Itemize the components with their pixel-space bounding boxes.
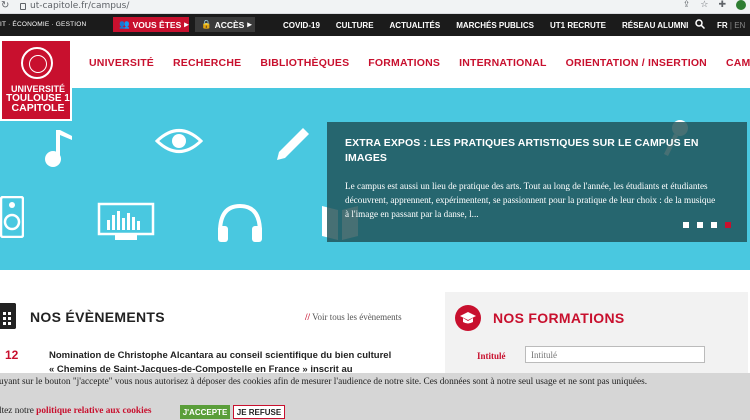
nav-international[interactable]: INTERNATIONAL [459, 57, 547, 69]
address-bar[interactable]: ut-capitole.fr/campus/ [30, 1, 129, 11]
intitule-input[interactable] [525, 346, 705, 363]
cookie-policy-line: ltez notre politique relative aux cookie… [0, 405, 151, 418]
hero-text: Le campus est aussi un lieu de pratique … [345, 181, 716, 219]
monitor-icon [97, 202, 155, 240]
music-note-icon [45, 130, 72, 167]
logo-line-3: CAPITOLE [11, 102, 65, 114]
utility-links: COVID-19 CULTURE ACTUALITÉS MARCHÉS PUBL… [283, 21, 704, 30]
language-switch: FR | EN [717, 21, 746, 30]
profile-avatar[interactable] [736, 0, 746, 10]
cookie-text: uyant sur le bouton "j'accepte" vous nou… [0, 377, 648, 387]
all-events-link[interactable]: // Voir tous les évènements [305, 312, 402, 322]
site-tagline: IT · ÉCONOMIE · GESTION [0, 21, 87, 28]
event-title-line-1: Nomination de Christophe Alcantara au co… [49, 350, 392, 361]
caret-right-icon: ▸ [247, 19, 252, 29]
slider-dot[interactable] [711, 222, 717, 228]
eye-icon [155, 129, 203, 153]
lang-en[interactable]: EN [734, 21, 745, 30]
accept-cookies-button[interactable]: J'ACCEPTE [180, 405, 230, 419]
calendar-icon [0, 303, 16, 329]
intitule-label: Intitulé [477, 351, 506, 361]
reload-icon[interactable]: ↻ [1, 0, 9, 11]
speaker-icon [0, 196, 24, 238]
refuse-cookies-button[interactable]: JE REFUSE [233, 405, 285, 419]
link-reseau-alumni[interactable]: RÉSEAU ALUMNI [622, 21, 688, 30]
hero-news-card[interactable]: EXTRA EXPOS : LES PRATIQUES ARTISTIQUES … [327, 122, 747, 242]
nav-formations[interactable]: FORMATIONS [368, 57, 440, 69]
lock-icon[interactable] [20, 3, 26, 10]
all-events-label: Voir tous les évènements [312, 312, 402, 322]
hero-title[interactable]: EXTRA EXPOS : LES PRATIQUES ARTISTIQUES … [345, 136, 710, 166]
cookie-banner: uyant sur le bouton "j'accepte" vous nou… [0, 373, 750, 420]
vous-etes-button[interactable]: 👥 VOUS ÊTES ▸ [113, 17, 189, 32]
browser-actions: ⇪ ☆ ✚ [683, 0, 746, 10]
events-heading: NOS ÉVÈNEMENTS [30, 309, 165, 325]
nav-orientation-insertion[interactable]: ORIENTATION / INSERTION [566, 57, 707, 69]
cookie-policy-link[interactable]: politique relative aux cookies [36, 406, 151, 416]
link-prefix: // [305, 312, 311, 322]
university-logo[interactable]: UNIVERSITÉ TOULOUSE 1 CAPITOLE [0, 39, 72, 121]
search-icon[interactable] [695, 19, 705, 29]
event-date-day: 12 [5, 348, 19, 362]
link-ut1-recrute[interactable]: UT1 RECRUTE [550, 21, 606, 30]
slider-dot[interactable] [683, 222, 689, 228]
acces-button[interactable]: 🔒 ACCÈS ▸ [195, 17, 255, 32]
formations-panel: NOS FORMATIONS Intitulé [445, 292, 748, 382]
link-marches-publics[interactable]: MARCHÉS PUBLICS [456, 21, 534, 30]
browser-toolbar: ↻ ut-capitole.fr/campus/ ⇪ ☆ ✚ [0, 0, 750, 14]
headphones-icon [218, 203, 262, 242]
seal-icon [21, 47, 53, 79]
nav-recherche[interactable]: RECHERCHE [173, 57, 241, 69]
link-actualites[interactable]: ACTUALITÉS [390, 21, 441, 30]
link-covid[interactable]: COVID-19 [283, 21, 320, 30]
acces-label: ACCÈS [214, 19, 245, 30]
nav-bibliotheques[interactable]: BIBLIOTHÈQUES [260, 57, 349, 69]
lang-fr[interactable]: FR [717, 21, 728, 30]
graduation-cap-icon [455, 305, 481, 331]
vous-etes-label: VOUS ÊTES [132, 19, 182, 30]
nav-campus[interactable]: CAMPUS [726, 57, 750, 69]
slider-dot[interactable] [697, 222, 703, 228]
caret-right-icon: ▸ [184, 19, 189, 29]
formations-heading: NOS FORMATIONS [493, 310, 625, 326]
link-culture[interactable]: CULTURE [336, 21, 374, 30]
cookie-policy-prefix: ltez notre [0, 406, 37, 416]
slider-dot-active[interactable] [725, 222, 731, 228]
utility-bar: IT · ÉCONOMIE · GESTION 👥 VOUS ÊTES ▸ 🔒 … [0, 14, 750, 36]
nav-universite[interactable]: UNIVERSITÉ [89, 57, 154, 69]
users-icon: 👥 [119, 19, 130, 29]
lock-icon: 🔒 [201, 19, 212, 29]
pen-icon [277, 128, 309, 160]
star-icon[interactable]: ☆ [700, 0, 708, 10]
main-navigation: UNIVERSITÉ RECHERCHE BIBLIOTHÈQUES FORMA… [89, 57, 750, 69]
extensions-icon[interactable]: ✚ [718, 0, 726, 10]
share-icon[interactable]: ⇪ [683, 0, 691, 10]
slider-dots [683, 222, 731, 228]
